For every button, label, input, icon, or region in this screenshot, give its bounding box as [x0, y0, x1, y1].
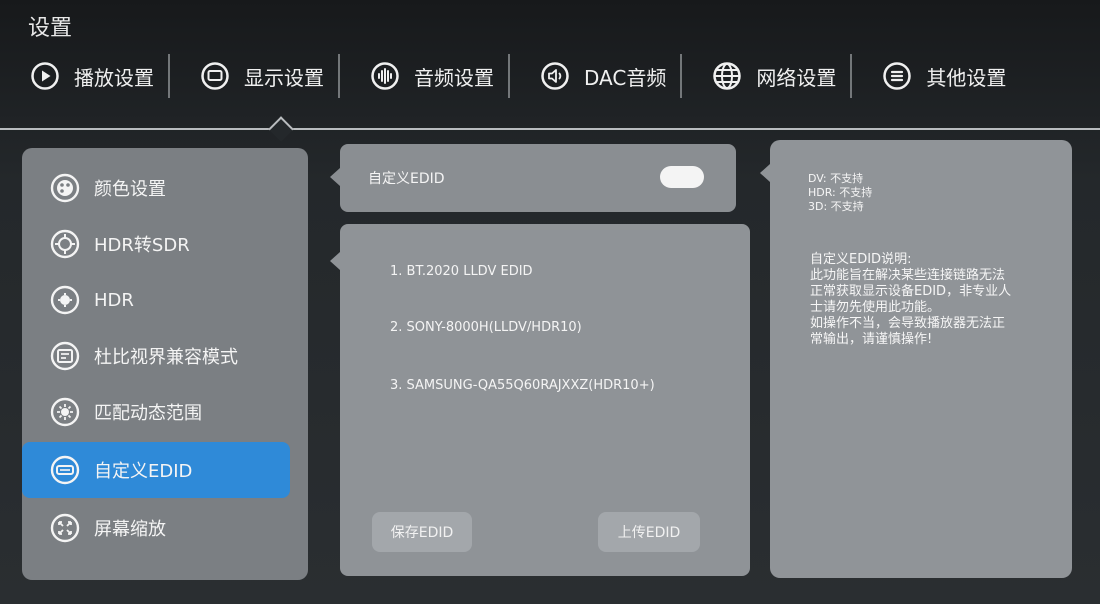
- custom-edid-description: 自定义EDID说明: 此功能旨在解决某些连接链路无法 正常获取显示设备EDID，…: [810, 252, 1060, 348]
- page-title: 设置: [28, 16, 73, 41]
- edid-options-card: 1. BT.2020 LLDV EDID 2. SONY-8000H(LLDV/…: [340, 224, 750, 576]
- description-line: 常输出，请谨慎操作!: [810, 332, 933, 347]
- 3d-support-status: 3D: 不支持: [808, 200, 864, 213]
- hdr-support-status: HDR: 不支持: [808, 186, 873, 199]
- menu-item-screen-zoom[interactable]: 屏幕缩放: [22, 500, 292, 556]
- tab-separator: [508, 54, 510, 98]
- tab-display-settings[interactable]: 显示设置: [170, 54, 338, 98]
- selected-tab-indicator: [268, 116, 294, 142]
- display-settings-menu: 颜色设置 HDR转SDR HDR 杜比视界兼容模式 匹配动态范围 自定义EDID…: [22, 148, 308, 580]
- custom-edid-toggle-card: 自定义EDID: [340, 144, 736, 212]
- save-edid-button[interactable]: 保存EDID: [372, 512, 472, 552]
- tab-label: 其他设置: [926, 65, 1007, 90]
- audio-wave-icon: [370, 61, 400, 91]
- menu-item-hdr[interactable]: HDR: [22, 272, 292, 328]
- tab-dac-audio[interactable]: DAC音频: [510, 54, 680, 98]
- description-line: 如操作不当，会导致播放器无法正: [810, 316, 1006, 331]
- tab-label: 音频设置: [414, 65, 494, 90]
- screen-zoom-icon: [48, 511, 82, 545]
- hdr-icon: [48, 283, 82, 317]
- tab-separator: [168, 54, 170, 98]
- tab-divider: [0, 128, 1100, 130]
- upload-edid-button[interactable]: 上传EDID: [598, 512, 700, 552]
- speaker-icon: [540, 61, 570, 91]
- hdr-convert-icon: [48, 227, 82, 261]
- tab-label: DAC音频: [584, 65, 667, 90]
- tab-separator: [850, 54, 853, 98]
- panel-pointer: [760, 164, 770, 182]
- edid-option-3[interactable]: 3. SAMSUNG-QA55Q60RAJXXZ(HDR10+): [390, 378, 655, 393]
- dv-support-status: DV: 不支持: [808, 172, 864, 185]
- menu-item-label: 匹配动态范围: [94, 403, 202, 424]
- description-line: 士请勿先使用此功能。: [810, 300, 941, 315]
- tab-separator: [680, 54, 683, 98]
- description-line: 自定义EDID说明:: [810, 252, 912, 267]
- edid-icon: [48, 453, 82, 487]
- custom-edid-toggle-label: 自定义EDID: [368, 171, 445, 187]
- palette-icon: [48, 171, 82, 205]
- play-icon: [30, 61, 60, 91]
- tab-label: 播放设置: [74, 65, 154, 90]
- edid-option-1[interactable]: 1. BT.2020 LLDV EDID: [390, 264, 533, 279]
- display-icon: [200, 61, 230, 91]
- description-line: 此功能旨在解决某些连接链路无法: [810, 268, 1006, 283]
- menu-item-label: HDR: [94, 289, 134, 311]
- settings-screen: 设置 播放设置 显示设置 音频设置 DAC音频 网络设置 其他设置 颜色设置 H…: [0, 0, 1100, 604]
- menu-item-custom-edid[interactable]: 自定义EDID: [22, 442, 290, 498]
- menu-item-dolby-vision-compat[interactable]: 杜比视界兼容模式: [22, 328, 292, 384]
- dolby-vision-icon: [48, 339, 82, 373]
- panel-pointer: [330, 168, 340, 186]
- description-line: 正常获取显示设备EDID，非专业人: [810, 284, 1012, 299]
- menu-item-color-settings[interactable]: 颜色设置: [22, 160, 292, 216]
- tab-playback-settings[interactable]: 播放设置: [0, 54, 168, 98]
- tab-label: 网络设置: [756, 65, 837, 90]
- edid-info-panel: DV: 不支持 HDR: 不支持 3D: 不支持 自定义EDID说明: 此功能旨…: [770, 140, 1072, 578]
- menu-item-label: 杜比视界兼容模式: [94, 347, 238, 368]
- menu-item-label: 自定义EDID: [94, 461, 193, 482]
- menu-item-match-dynamic-range[interactable]: 匹配动态范围: [22, 384, 292, 440]
- tab-audio-settings[interactable]: 音频设置: [340, 54, 508, 98]
- edid-option-2[interactable]: 2. SONY-8000H(LLDV/HDR10): [390, 320, 582, 335]
- menu-item-hdr-to-sdr[interactable]: HDR转SDR: [22, 216, 292, 272]
- menu-item-label: 屏幕缩放: [94, 519, 166, 540]
- custom-edid-toggle-switch[interactable]: [660, 166, 704, 188]
- menu-item-label: HDR转SDR: [94, 235, 190, 256]
- tab-other-settings[interactable]: 其他设置: [852, 54, 1020, 98]
- menu-item-label: 颜色设置: [94, 179, 166, 200]
- tab-label: 显示设置: [244, 65, 324, 90]
- top-tab-bar: 播放设置 显示设置 音频设置 DAC音频 网络设置 其他设置: [0, 46, 1100, 106]
- dynamic-range-icon: [48, 395, 82, 429]
- tab-network-settings[interactable]: 网络设置: [682, 54, 850, 98]
- tab-separator: [338, 54, 340, 98]
- globe-icon: [712, 61, 742, 91]
- menu-list-icon: [882, 61, 912, 91]
- panel-pointer: [330, 252, 340, 270]
